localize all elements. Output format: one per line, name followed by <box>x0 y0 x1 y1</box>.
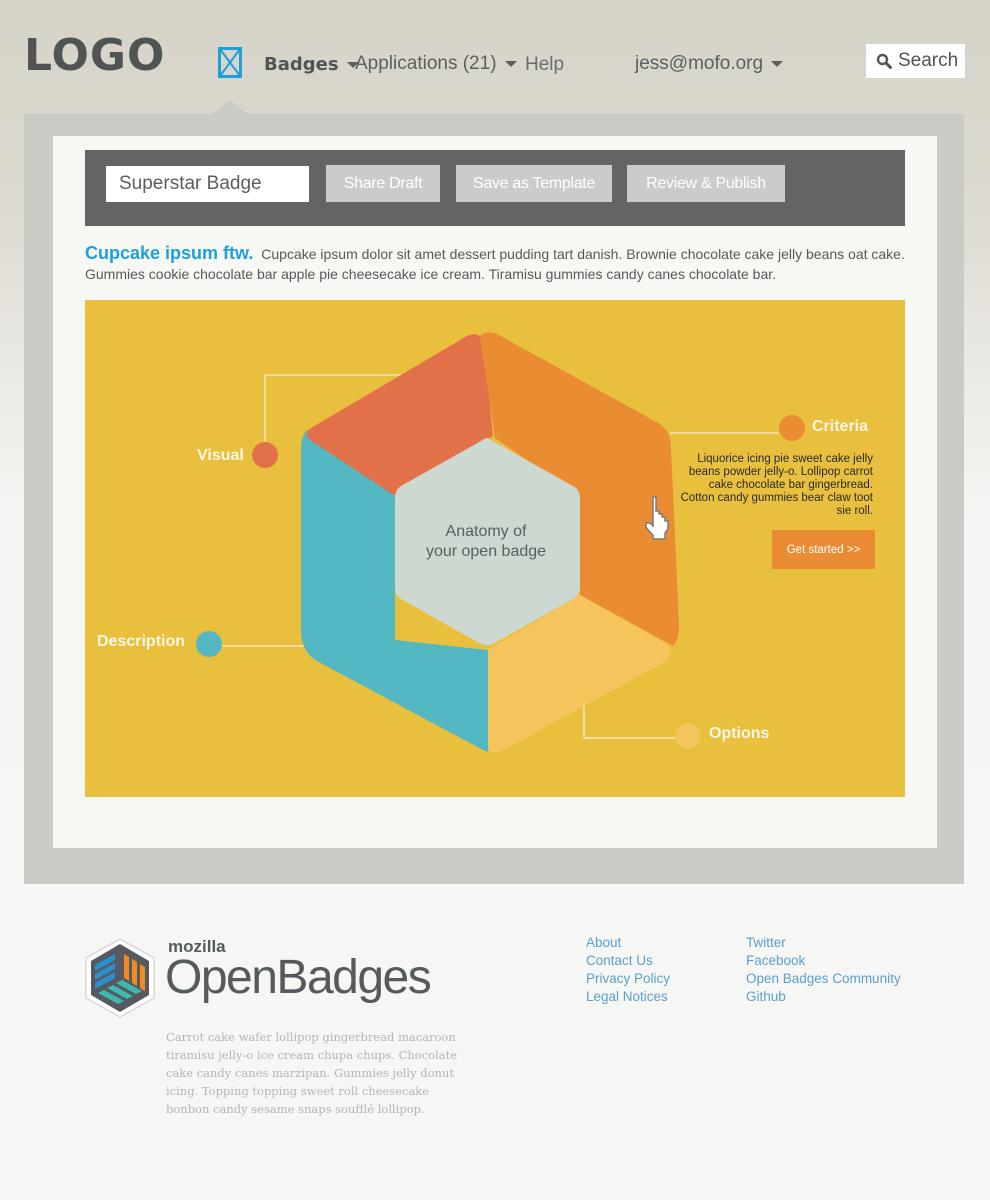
footer-description: Carrot cake wafer lollipop gingerbread m… <box>166 1030 458 1116</box>
footer-links-primary: About Contact Us Privacy Policy Legal No… <box>586 934 670 1006</box>
visual-label: Visual <box>197 447 244 464</box>
chevron-down-icon <box>504 61 517 67</box>
nav-badges-label: Badges <box>264 54 339 75</box>
footer-link-twitter[interactable]: Twitter <box>746 934 901 952</box>
intro-paragraph: Cupcake ipsum ftw. Cupcake ipsum dolor s… <box>85 243 905 284</box>
nav-applications-label: Applications (21) <box>355 53 497 74</box>
placeholder-image-icon[interactable] <box>218 47 242 78</box>
search-button[interactable]: Search <box>866 44 965 78</box>
options-label: Options <box>709 725 770 742</box>
nav-help-link[interactable]: Help <box>525 54 564 76</box>
footer-link-legal[interactable]: Legal Notices <box>586 988 670 1006</box>
review-publish-button[interactable]: Review & Publish <box>627 165 785 202</box>
criteria-dot <box>779 415 805 441</box>
footer-link-facebook[interactable]: Facebook <box>746 952 901 970</box>
footer-links-social: Twitter Facebook Open Badges Community G… <box>746 934 901 1006</box>
center-caption: Anatomy of your open badge <box>395 522 577 562</box>
nav-badges-menu[interactable]: Badges <box>264 54 359 75</box>
footer-link-about[interactable]: About <box>586 934 670 952</box>
nav-pointer <box>212 100 248 114</box>
intro-title: Cupcake ipsum ftw. <box>85 243 254 263</box>
footer-link-contact[interactable]: Contact Us <box>586 952 670 970</box>
criteria-description: Liquorice icing pie sweet cake jelly bea… <box>680 453 873 517</box>
save-as-template-button[interactable]: Save as Template <box>456 165 612 202</box>
logo[interactable]: LOGO <box>24 30 165 81</box>
criteria-label: Criteria <box>812 418 869 435</box>
chevron-down-icon <box>771 61 784 67</box>
center-caption-line1: Anatomy of <box>445 523 527 540</box>
options-dot <box>675 723 701 749</box>
user-email: jess@mofo.org <box>635 53 764 74</box>
get-started-button[interactable]: Get started >> <box>772 530 875 569</box>
footer-link-privacy[interactable]: Privacy Policy <box>586 970 670 988</box>
user-menu[interactable]: jess@mofo.org <box>635 53 784 75</box>
center-caption-line2: your open badge <box>425 543 547 560</box>
footer-link-github[interactable]: Github <box>746 988 901 1006</box>
search-label: Search <box>898 50 959 71</box>
footer-brand-large: OpenBadges <box>165 951 432 1004</box>
nav-applications-menu[interactable]: Applications (21) <box>355 53 517 75</box>
open-badges-logo-icon[interactable] <box>84 937 156 1019</box>
badge-name-input[interactable] <box>106 166 309 202</box>
share-draft-button[interactable]: Share Draft <box>326 165 440 202</box>
badge-anatomy-infographic: Visual Description Criteria Options Anat… <box>85 300 905 797</box>
search-icon <box>876 53 892 69</box>
visual-dot <box>252 442 278 468</box>
footer-link-community[interactable]: Open Badges Community <box>746 970 901 988</box>
description-label: Description <box>97 633 186 650</box>
description-dot <box>196 631 222 657</box>
